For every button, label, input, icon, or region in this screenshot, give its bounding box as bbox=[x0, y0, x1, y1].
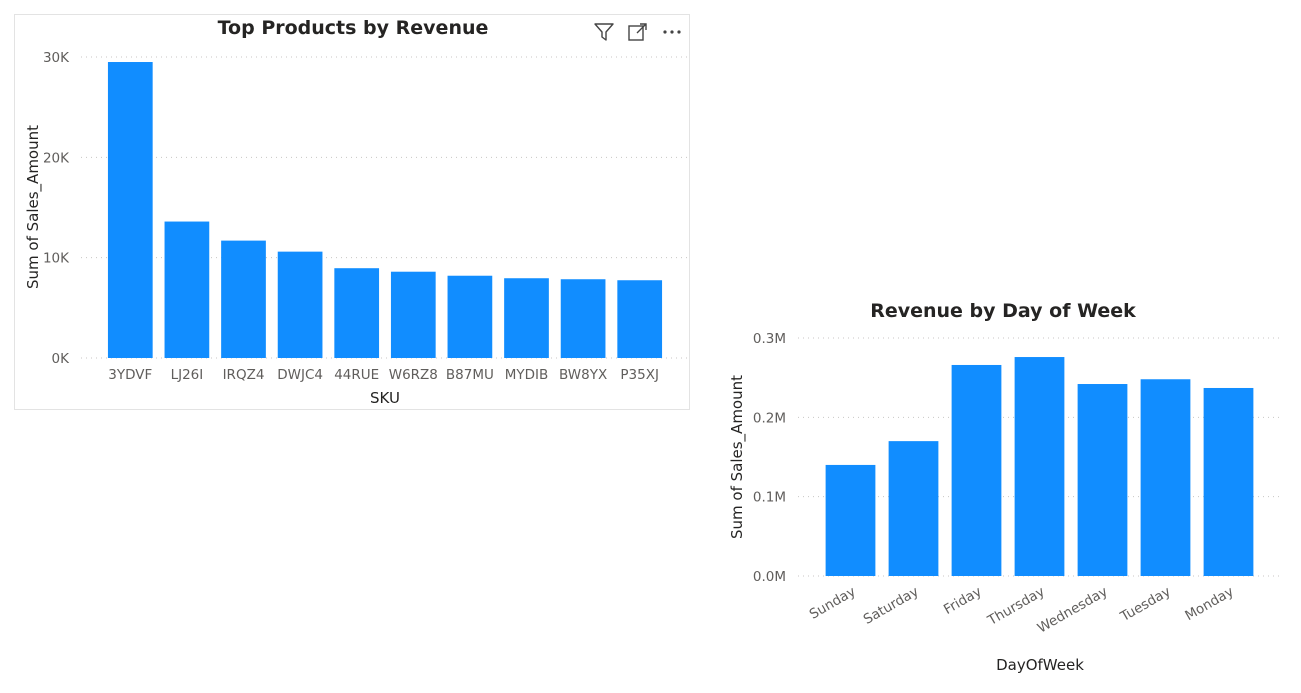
bar-monday[interactable] bbox=[1203, 387, 1254, 576]
bar-thursday[interactable] bbox=[1014, 357, 1065, 576]
bar-3ydvf[interactable] bbox=[107, 62, 153, 359]
x-tick-label: Wednesday bbox=[1035, 584, 1111, 637]
visual-header bbox=[589, 19, 687, 45]
bar-bw8yx[interactable] bbox=[560, 279, 606, 358]
bar-friday[interactable] bbox=[951, 364, 1002, 576]
x-tick-label: Friday bbox=[941, 584, 984, 618]
x-tick-label: B87MU bbox=[446, 367, 494, 383]
chart-title: Top Products by Revenue bbox=[218, 17, 489, 39]
bar-w6rz8[interactable] bbox=[390, 271, 436, 358]
bar-44rue[interactable] bbox=[334, 268, 380, 358]
revenue-by-day-chart: Revenue by Day of Week 0.0M0.1M0.2M0.3M … bbox=[728, 300, 1282, 674]
bar-b87mu[interactable] bbox=[447, 275, 493, 358]
focus-mode-icon[interactable] bbox=[623, 19, 653, 45]
y-tick-label: 0.3M bbox=[753, 331, 786, 347]
top-products-visual[interactable]: Top Products by Revenue 0K 10K 20K 30K 3YDV… bbox=[14, 14, 690, 410]
y-tick-label: 0.0M bbox=[753, 569, 786, 585]
bar-p35xj[interactable] bbox=[617, 280, 663, 358]
x-axis-title: DayOfWeek bbox=[996, 656, 1084, 674]
chart-title: Revenue by Day of Week bbox=[870, 300, 1136, 322]
x-tick-label: LJ26I bbox=[171, 367, 204, 383]
x-axis-ticks: Sunday Saturday Friday ThursdayWednesday Tue… bbox=[807, 584, 1237, 637]
x-tick-label: Saturday bbox=[861, 584, 922, 628]
bar-dwjc4[interactable] bbox=[277, 251, 323, 358]
bars bbox=[107, 62, 663, 359]
x-tick-label: 44RUE bbox=[334, 367, 379, 383]
x-tick-label: Monday bbox=[1182, 584, 1236, 625]
bar-saturday[interactable] bbox=[888, 441, 939, 576]
y-tick-label: 0K bbox=[52, 351, 71, 367]
y-axis-ticks: 0K 10K 20K 30K bbox=[43, 50, 70, 367]
x-tick-label: W6RZ8 bbox=[389, 367, 438, 383]
filter-icon[interactable] bbox=[589, 19, 619, 45]
y-tick-label: 10K bbox=[43, 251, 70, 267]
top-products-chart: Top Products by Revenue 0K 10K 20K 30K 3YDV… bbox=[24, 17, 687, 407]
bar-lj26i[interactable] bbox=[164, 221, 210, 358]
x-tick-label: IRQZ4 bbox=[223, 367, 265, 383]
bar-irqz4[interactable] bbox=[221, 240, 266, 358]
x-tick-label: MYDIB bbox=[505, 367, 549, 383]
bar-mydib[interactable] bbox=[504, 278, 549, 358]
x-axis-title: SKU bbox=[370, 389, 400, 407]
bar-wednesday[interactable] bbox=[1077, 384, 1128, 576]
y-tick-label: 0.2M bbox=[753, 410, 786, 426]
y-tick-label: 30K bbox=[43, 50, 70, 66]
x-axis-ticks: 3YDVF LJ26I IRQZ4 DWJC4 44RUE W6RZ8 B87MU MYDIB… bbox=[108, 367, 659, 383]
x-tick-label: P35XJ bbox=[620, 367, 659, 383]
x-tick-label: 3YDVF bbox=[108, 367, 152, 383]
x-tick-label: BW8YX bbox=[559, 367, 607, 383]
x-tick-label: Sunday bbox=[807, 584, 859, 623]
y-tick-label: 0.1M bbox=[753, 490, 786, 506]
bars bbox=[825, 357, 1254, 576]
y-axis-title: Sum of Sales_Amount bbox=[24, 125, 43, 289]
bar-sunday[interactable] bbox=[825, 464, 876, 576]
more-options-icon[interactable] bbox=[657, 19, 687, 45]
x-tick-label: Tuesday bbox=[1117, 584, 1173, 626]
bar-tuesday[interactable] bbox=[1140, 379, 1191, 576]
revenue-by-day-visual[interactable]: Revenue by Day of Week 0.0M 0.1M 0.2M 0.3M … bbox=[722, 290, 1292, 690]
y-axis-ticks: 0.0M 0.1M 0.2M 0.3M bbox=[753, 331, 786, 585]
x-tick-label: DWJC4 bbox=[277, 367, 323, 383]
y-axis-title: Sum of Sales_Amount bbox=[728, 375, 747, 539]
y-tick-label: 20K bbox=[43, 150, 70, 166]
